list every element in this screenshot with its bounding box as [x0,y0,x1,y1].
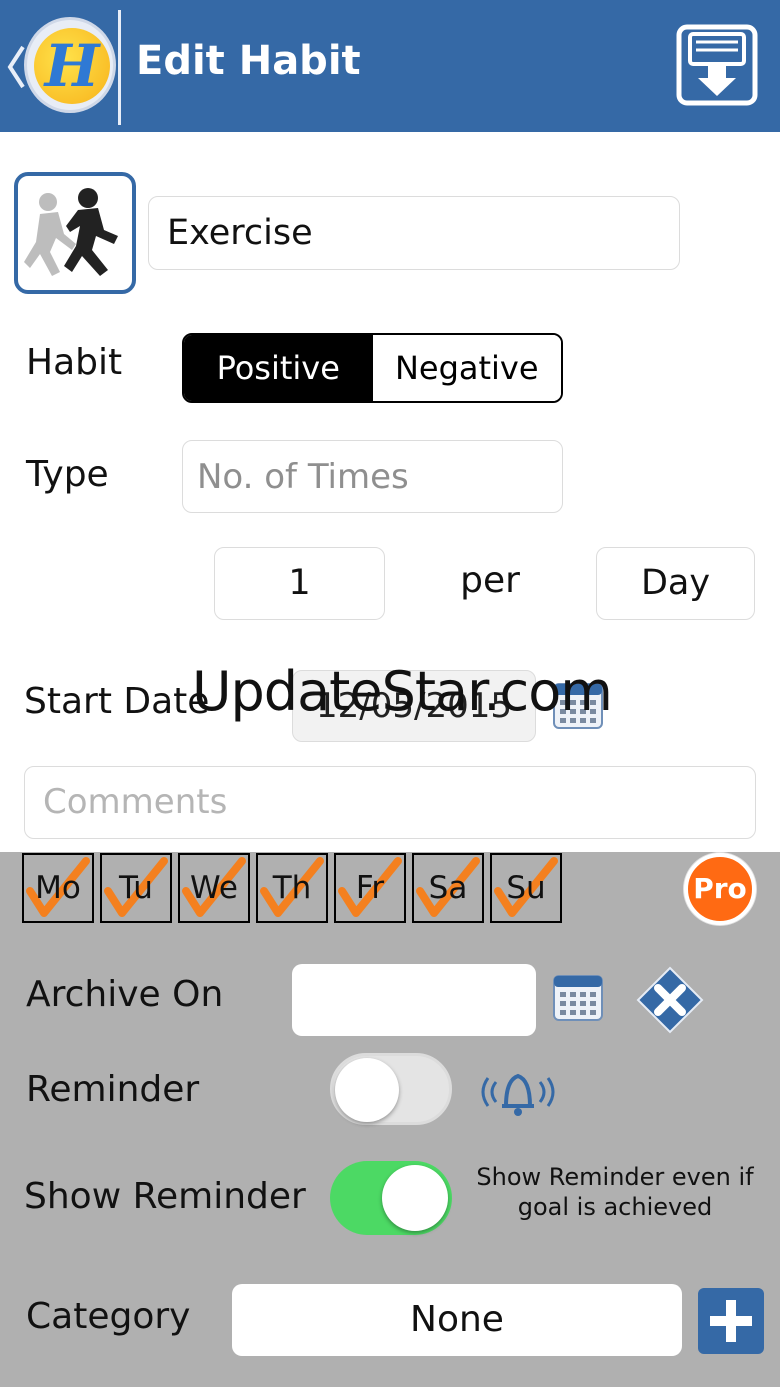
day-tuesday[interactable]: Tu [100,853,172,923]
day-label: Fr [355,870,385,906]
app-logo[interactable]: H [24,17,116,113]
app-header: H Edit Habit [0,0,780,132]
count-input[interactable]: 1 [214,547,385,620]
show-reminder-label: Show Reminder [24,1176,306,1217]
day-label: Mo [35,870,81,906]
habit-icon-button[interactable] [14,172,136,294]
reminder-toggle[interactable] [330,1053,452,1125]
bell-ringing-icon [481,1073,555,1116]
category-label: Category [26,1296,191,1337]
show-reminder-hint: Show Reminder even if goal is achieved [476,1163,754,1221]
calendar-icon[interactable] [552,972,604,1024]
day-thursday[interactable]: Th [256,853,328,923]
plus-icon [710,1300,752,1342]
day-friday[interactable]: Fr [334,853,406,923]
watermark-text: UpdateStar.com [192,660,613,723]
pro-badge[interactable]: Pro [684,853,756,925]
day-label: Su [506,870,546,906]
start-date-label: Start Date [24,681,210,722]
show-reminder-toggle[interactable] [330,1161,452,1235]
day-wednesday[interactable]: We [178,853,250,923]
day-label: Sa [428,870,468,906]
day-label: We [190,870,238,906]
day-saturday[interactable]: Sa [412,853,484,923]
habit-type-segmented-control: Positive Negative [182,333,563,403]
archive-on-label: Archive On [26,974,224,1015]
per-label: per [460,560,520,601]
habit-label: Habit [26,342,123,383]
toggle-knob [382,1165,448,1231]
period-select[interactable]: Day [596,547,755,620]
day-label: Tu [119,870,153,906]
category-select[interactable]: None [232,1284,682,1356]
type-select[interactable]: No. of Times [182,440,563,513]
negative-option[interactable]: Negative [372,335,561,401]
reminder-label: Reminder [26,1069,200,1110]
type-label: Type [26,454,109,495]
clear-x-icon[interactable] [636,966,704,1034]
add-category-button[interactable] [698,1288,764,1354]
day-label: Th [272,870,312,906]
habit-name-input[interactable]: Exercise [148,196,680,270]
logo-glyph: H [44,32,100,100]
toggle-knob [335,1058,399,1122]
comments-input[interactable]: Comments [24,766,756,839]
archive-date-input[interactable] [292,964,536,1036]
running-person-icon [24,188,118,276]
page-title: Edit Habit [136,38,361,84]
positive-option[interactable]: Positive [184,335,373,401]
header-divider [118,10,121,125]
save-download-icon[interactable] [676,24,758,106]
day-monday[interactable]: Mo [22,853,94,923]
chevron-left-icon[interactable] [6,44,26,90]
day-sunday[interactable]: Su [490,853,562,923]
